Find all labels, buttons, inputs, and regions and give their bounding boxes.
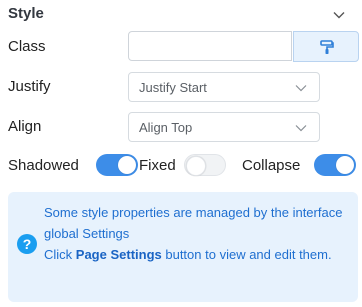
section-title: Style — [8, 5, 44, 22]
style-section-header[interactable]: Style — [0, 0, 362, 32]
class-label: Class — [8, 38, 46, 55]
fixed-toggle[interactable] — [184, 154, 226, 176]
justify-label: Justify — [8, 78, 51, 95]
info-line-2-pre: Click — [44, 247, 76, 262]
collapse-label: Collapse — [242, 157, 301, 174]
page-settings-link: Page Settings — [75, 247, 162, 262]
class-style-button[interactable] — [293, 31, 359, 62]
shadowed-label: Shadowed — [8, 157, 79, 174]
toggle-knob — [186, 156, 206, 176]
toggle-knob — [336, 156, 354, 174]
collapse-toggle[interactable] — [314, 154, 356, 176]
align-selected-value: Align Top — [139, 120, 193, 135]
align-label: Align — [8, 118, 42, 135]
chevron-down-icon[interactable] — [332, 8, 346, 22]
info-line-1: Some style properties are managed by the… — [44, 205, 343, 241]
info-text: Some style properties are managed by the… — [44, 202, 344, 265]
info-line-2-post: button to view and edit them. — [161, 247, 332, 262]
settings-info-box: ? Some style properties are managed by t… — [8, 192, 358, 302]
justify-selected-value: Justify Start — [139, 80, 207, 95]
toggle-knob — [118, 156, 136, 174]
info-line-2: Click Page Settings button to view and e… — [44, 244, 344, 265]
class-input[interactable] — [128, 31, 292, 61]
fixed-label: Fixed — [139, 157, 176, 174]
chevron-down-icon — [295, 125, 307, 132]
paint-roller-icon — [320, 40, 334, 54]
chevron-down-icon — [295, 85, 307, 92]
justify-select[interactable]: Justify Start — [128, 72, 320, 102]
question-icon: ? — [17, 234, 37, 254]
align-select[interactable]: Align Top — [128, 112, 320, 142]
shadowed-toggle[interactable] — [96, 154, 138, 176]
